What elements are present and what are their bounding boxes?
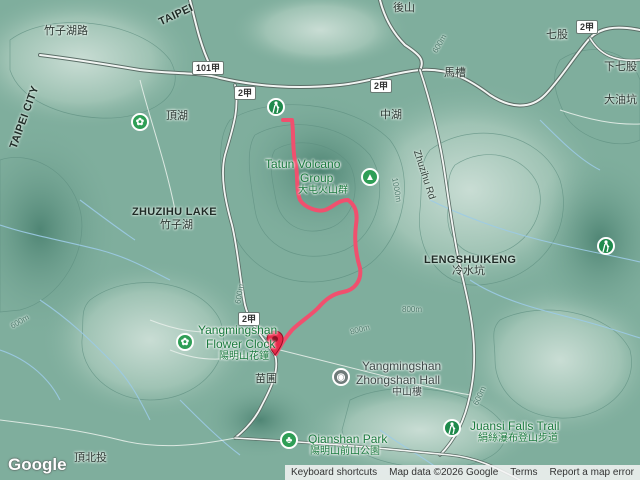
keyboard-shortcuts-link[interactable]: Keyboard shortcuts: [285, 465, 383, 480]
poi-tatun-volcano-label[interactable]: Group: [300, 172, 333, 184]
place-label-zhuzihu-lake-en: ZHUZIHU LAKE: [132, 206, 217, 218]
place-label-lengshuikeng-zh: 冷水坑: [452, 265, 485, 277]
hiking-icon: [448, 422, 456, 434]
poi-tatun-volcano-label[interactable]: Tatun Volcano: [265, 158, 340, 170]
road-label-zhuzihu: 竹子湖路: [44, 25, 88, 37]
poi-juansi-falls-zh: 絹絲瀑布登山步道: [478, 433, 558, 444]
place-label-macao: 馬槽: [444, 67, 466, 79]
contour-label: 800m: [402, 305, 423, 314]
terms-link[interactable]: Terms: [504, 465, 543, 480]
hiking-icon[interactable]: [597, 237, 615, 255]
flower-clock-flower-icon[interactable]: ✿: [176, 333, 194, 351]
map-data-text: Map data ©2026 Google: [389, 467, 499, 478]
dinghu-flower-icon[interactable]: ✿: [131, 113, 149, 131]
place-label-daiyoukeng: 大油坑: [604, 94, 637, 106]
poi-flower-clock-label[interactable]: Yangmingshan: [198, 324, 277, 336]
poi-flower-clock-zh: 陽明山花鐘: [219, 351, 269, 362]
map-viewport[interactable]: 竹子湖路 TAIPEI TAIPEI CITY 頂湖 後山 七股 下七股 大油坑…: [0, 0, 640, 480]
place-label-dinghu: 頂湖: [166, 110, 188, 122]
hiking-icon: [272, 101, 280, 113]
report-error-link[interactable]: Report a map error: [544, 465, 640, 480]
poi-tatun-volcano-zh: 大屯火山群: [298, 185, 348, 196]
terrain-layer: [0, 0, 640, 480]
place-label-miaopu: 苗圃: [255, 373, 277, 385]
tree-icon[interactable]: ♣: [280, 431, 298, 449]
route-shield-2: 2甲: [370, 79, 393, 93]
place-label-zhuzihu-lake-zh: 竹子湖: [160, 219, 193, 231]
place-label-zhonghu: 中湖: [380, 109, 402, 121]
landmark-icon[interactable]: ◉: [332, 368, 350, 386]
route-shield-2: 2甲: [234, 86, 257, 100]
place-label-xia-qigu: 下七股: [604, 61, 637, 73]
poi-zhongshan-hall-label[interactable]: Zhongshan Hall: [356, 374, 440, 386]
google-logo[interactable]: Google: [8, 455, 67, 475]
route-shield-2: 2甲: [576, 20, 599, 34]
poi-zhongshan-hall-label[interactable]: Yangmingshan: [362, 360, 441, 372]
place-label-houshan: 後山: [393, 2, 415, 14]
hiking-icon[interactable]: [443, 419, 461, 437]
hiking-icon: [602, 240, 610, 252]
mountain-icon[interactable]: ▲: [361, 168, 379, 186]
poi-flower-clock-label[interactable]: Flower Clock: [206, 338, 275, 350]
place-label-qigu: 七股: [546, 29, 568, 41]
poi-qianshan-park-zh: 陽明山前山公園: [310, 446, 380, 457]
trail-start-hiking-icon[interactable]: [267, 98, 285, 116]
poi-zhongshan-hall-zh: 中山樓: [392, 387, 422, 398]
attribution-bar: Keyboard shortcuts Map data ©2026 Google…: [284, 465, 640, 480]
place-label-dingbeitou: 頂北投: [74, 452, 107, 464]
poi-juansi-falls-label[interactable]: Juansi Falls Trail: [470, 420, 559, 432]
poi-qianshan-park-label[interactable]: Qianshan Park: [308, 433, 387, 445]
route-shield-101: 101甲: [192, 61, 225, 75]
